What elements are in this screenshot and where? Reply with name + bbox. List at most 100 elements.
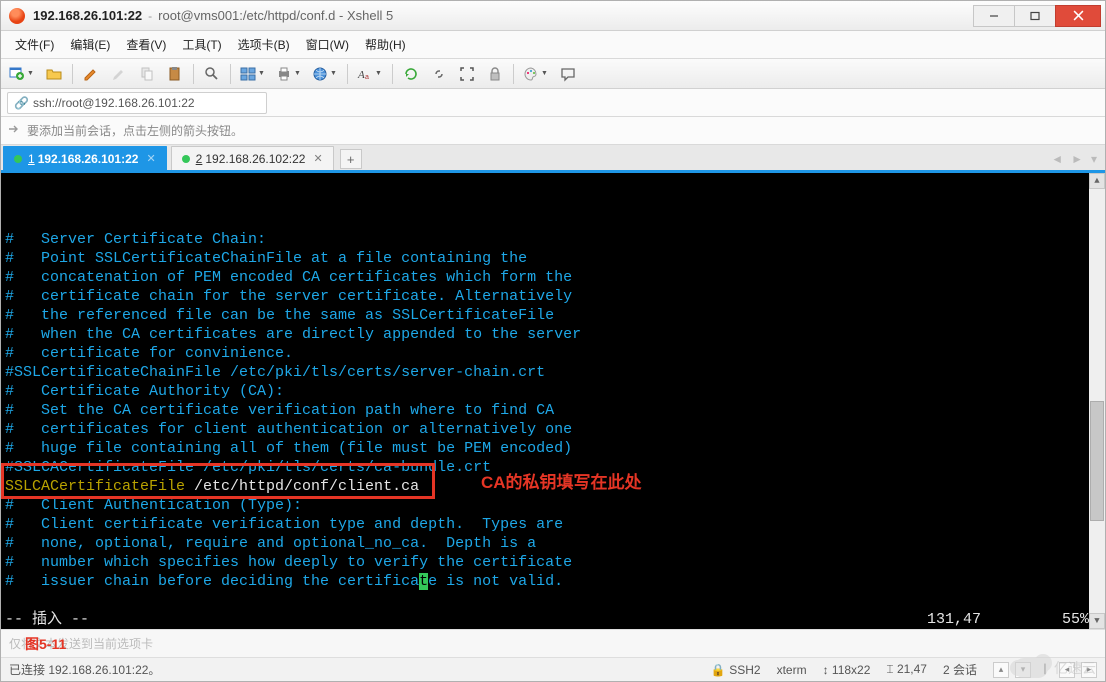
terminal-view[interactable]: # Server Certificate Chain:# Point SSLCe… bbox=[1, 173, 1105, 629]
svg-text:A: A bbox=[357, 69, 365, 81]
link-icon: 🔗 bbox=[14, 96, 29, 110]
statusbar: 已连接 192.168.26.101:22。 🔒 SSH2 xterm ↕ 11… bbox=[1, 657, 1105, 681]
copy-button[interactable] bbox=[134, 62, 160, 86]
tab-menu-icon[interactable]: ▾ bbox=[1091, 152, 1097, 166]
new-session-button[interactable]: ▼ bbox=[5, 62, 39, 86]
fullscreen-icon bbox=[459, 66, 475, 82]
search-button[interactable] bbox=[199, 62, 225, 86]
menu-tab[interactable]: 选项卡(B) bbox=[230, 32, 298, 57]
tab-close-icon[interactable]: ✕ bbox=[313, 152, 322, 165]
vim-position: 131,47 55% bbox=[927, 610, 1089, 629]
page-prev-icon[interactable]: ◂ bbox=[1059, 662, 1075, 678]
scroll-thumb[interactable] bbox=[1090, 401, 1104, 521]
menubar: 文件(F) 编辑(E) 查看(V) 工具(T) 选项卡(B) 窗口(W) 帮助(… bbox=[1, 31, 1105, 59]
lock-small-icon: 🔒 bbox=[711, 663, 726, 677]
app-window: 192.168.26.101:22 - root@vms001:/etc/htt… bbox=[0, 0, 1106, 682]
app-icon bbox=[9, 8, 25, 24]
lock-button[interactable] bbox=[482, 62, 508, 86]
terminal-line: # concatenation of PEM encoded CA certif… bbox=[5, 268, 1101, 287]
pager: ▴ ▾ ┃ ◂ ▸ bbox=[993, 662, 1097, 678]
chat-icon bbox=[560, 66, 576, 82]
pencil-button[interactable] bbox=[78, 62, 104, 86]
titlebar[interactable]: 192.168.26.101:22 - root@vms001:/etc/htt… bbox=[1, 1, 1105, 31]
refresh-icon bbox=[403, 66, 419, 82]
layout-icon bbox=[240, 66, 256, 82]
scroll-up-icon[interactable]: ▲ bbox=[1089, 173, 1105, 189]
terminal-line: # certificate chain for the server certi… bbox=[5, 287, 1101, 306]
maximize-button[interactable] bbox=[1014, 5, 1056, 27]
globe-button[interactable]: ▼ bbox=[308, 62, 342, 86]
palette-button[interactable]: ▼ bbox=[519, 62, 553, 86]
menu-tools[interactable]: 工具(T) bbox=[174, 32, 229, 57]
close-button[interactable] bbox=[1055, 5, 1101, 27]
terminal-scrollbar[interactable]: ▲ ▼ bbox=[1089, 173, 1105, 629]
address-text: ssh://root@192.168.26.101:22 bbox=[33, 96, 195, 110]
palette-icon bbox=[523, 66, 539, 82]
scroll-down-icon[interactable]: ▼ bbox=[1089, 613, 1105, 629]
marker-button[interactable] bbox=[106, 62, 132, 86]
tab-label: 192.168.26.102:22 bbox=[205, 152, 305, 166]
status-cursor: 21,47 bbox=[897, 662, 927, 676]
terminal-line: # when the CA certificates are directly … bbox=[5, 325, 1101, 344]
chat-button[interactable] bbox=[555, 62, 581, 86]
add-tab-button[interactable]: + bbox=[340, 149, 362, 169]
paste-icon bbox=[167, 66, 183, 82]
terminal-line: # certificate for convinience. bbox=[5, 344, 1101, 363]
terminal-line: # certificates for client authentication… bbox=[5, 420, 1101, 439]
terminal-line: # Certificate Authority (CA): bbox=[5, 382, 1101, 401]
globe-icon bbox=[312, 66, 328, 82]
title-host: 192.168.26.101:22 bbox=[33, 8, 142, 23]
printer-button[interactable]: ▼ bbox=[272, 62, 306, 86]
link-button[interactable] bbox=[426, 62, 452, 86]
terminal-line: # Set the CA certificate verification pa… bbox=[5, 401, 1101, 420]
pencil-icon bbox=[83, 66, 99, 82]
link-icon bbox=[431, 66, 447, 82]
terminal-line: # the referenced file can be the same as… bbox=[5, 306, 1101, 325]
session-tabbar: 1 192.168.26.101:22 ✕ 2 192.168.26.102:2… bbox=[1, 145, 1105, 173]
status-size: 118x22 bbox=[832, 663, 870, 677]
tab-close-icon[interactable]: ✕ bbox=[146, 152, 155, 165]
title-path: root@vms001:/etc/httpd/conf.d - Xshell 5 bbox=[158, 8, 393, 23]
bookmark-arrow-icon[interactable] bbox=[7, 122, 21, 139]
paste-button[interactable] bbox=[162, 62, 188, 86]
page-next-icon[interactable]: ▸ bbox=[1081, 662, 1097, 678]
status-connected: 已连接 192.168.26.101:22。 bbox=[9, 661, 160, 678]
vim-mode: -- 插入 -- bbox=[5, 610, 89, 629]
refresh-button[interactable] bbox=[398, 62, 424, 86]
input-footer[interactable]: 图5-11 仅将文本发送到当前选项卡 bbox=[1, 629, 1105, 657]
search-icon bbox=[204, 66, 220, 82]
tab-next-icon[interactable]: ► bbox=[1071, 152, 1083, 166]
menu-edit[interactable]: 编辑(E) bbox=[62, 32, 118, 57]
open-button[interactable] bbox=[41, 62, 67, 86]
terminal-line: # huge file containing all of them (file… bbox=[5, 439, 1101, 458]
menu-help[interactable]: 帮助(H) bbox=[357, 32, 414, 57]
terminal-line: # none, optional, require and optional_n… bbox=[5, 534, 1101, 553]
fullscreen-button[interactable] bbox=[454, 62, 480, 86]
status-term: xterm bbox=[777, 663, 807, 677]
page-down-icon[interactable]: ▾ bbox=[1015, 662, 1031, 678]
terminal-line: # Point SSLCertificateChainFile at a fil… bbox=[5, 249, 1101, 268]
status-proto: SSH2 bbox=[729, 663, 760, 677]
page-up-icon[interactable]: ▴ bbox=[993, 662, 1009, 678]
cursor-icon: ⌶ bbox=[886, 662, 893, 676]
session-tab-2[interactable]: 2 192.168.26.102:22 ✕ bbox=[171, 146, 334, 170]
terminal-line: # Client certificate verification type a… bbox=[5, 515, 1101, 534]
session-tab-1[interactable]: 1 192.168.26.101:22 ✕ bbox=[3, 146, 167, 170]
terminal-line: # Server Certificate Chain: bbox=[5, 230, 1101, 249]
minimize-button[interactable] bbox=[973, 5, 1015, 27]
menu-file[interactable]: 文件(F) bbox=[7, 32, 62, 57]
tab-prev-icon[interactable]: ◄ bbox=[1051, 152, 1063, 166]
font-button[interactable]: Aa ▼ bbox=[353, 62, 387, 86]
menu-view[interactable]: 查看(V) bbox=[118, 32, 174, 57]
address-input[interactable]: 🔗 ssh://root@192.168.26.101:22 bbox=[7, 92, 267, 114]
terminal-line: # number which specifies how deeply to v… bbox=[5, 553, 1101, 572]
layout-button[interactable]: ▼ bbox=[236, 62, 270, 86]
menu-window[interactable]: 窗口(W) bbox=[298, 32, 357, 57]
lock-icon bbox=[487, 66, 503, 82]
figure-label: 图5-11 bbox=[25, 634, 66, 654]
address-row: 🔗 ssh://root@192.168.26.101:22 bbox=[1, 89, 1105, 117]
tab-label: 192.168.26.101:22 bbox=[38, 152, 139, 166]
status-dot-icon bbox=[182, 155, 190, 163]
copy-icon bbox=[139, 66, 155, 82]
tab-num: 2 bbox=[196, 152, 203, 166]
